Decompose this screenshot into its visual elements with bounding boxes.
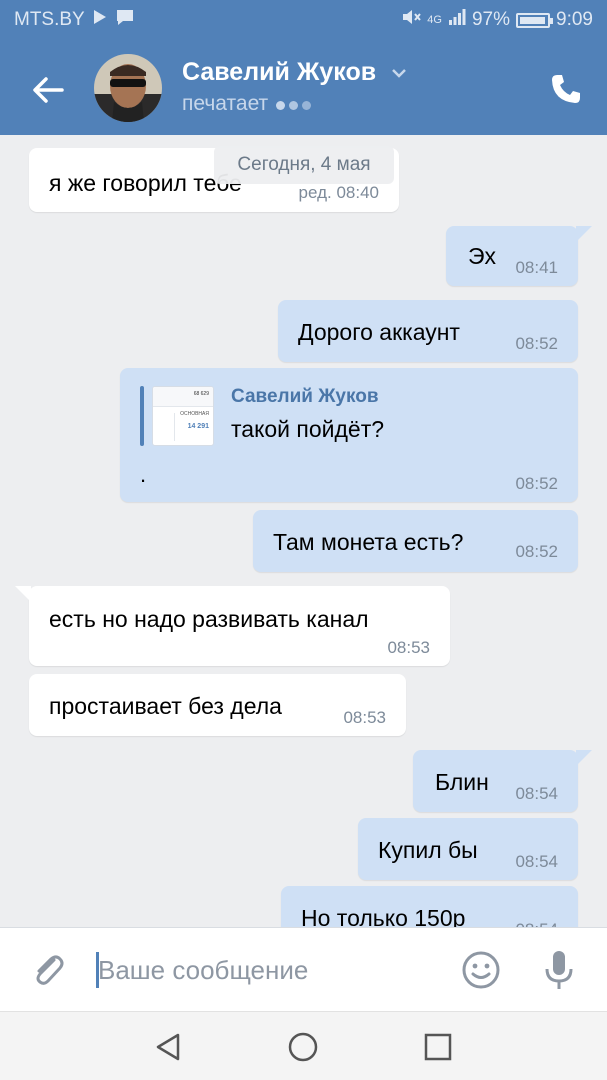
avatar[interactable] [94, 54, 162, 122]
quote-bar [140, 386, 144, 446]
message-input[interactable] [94, 946, 434, 994]
contact-name[interactable]: Савелий Жуков [182, 58, 376, 87]
phone-icon[interactable] [549, 72, 583, 106]
typing-status: печатает [182, 92, 315, 116]
clock: 9:09 [556, 9, 593, 30]
typing-dots-icon [276, 92, 315, 116]
message-bubble-outgoing-reply[interactable]: 68 629 ОСНОВНАЯ 14 291 Савелий Жуков так… [120, 368, 578, 502]
nav-recents-icon[interactable] [421, 1030, 455, 1064]
quote-text: такой пойдёт? [231, 416, 385, 442]
message-time: 08:54 [515, 784, 558, 803]
signal-icon [448, 9, 466, 31]
message-bubble-outgoing[interactable]: Блин 08:54 [413, 750, 592, 812]
message-text: . [140, 462, 147, 487]
typing-label: печатает [182, 92, 269, 115]
message-composer [0, 927, 607, 1011]
message-bubble-outgoing[interactable]: Дорого аккаунт 08:52 [278, 300, 578, 362]
message-bubble-outgoing[interactable]: Эх 08:41 [446, 226, 592, 286]
message-time: 08:52 [515, 542, 558, 561]
message-time: 08:52 [515, 474, 558, 493]
message-text: я же говорил тебе [49, 170, 242, 196]
message-bubble-incoming[interactable]: простаивает без дела 08:53 [29, 674, 406, 736]
mute-icon [401, 8, 422, 32]
message-bubble-incoming[interactable]: есть но надо развивать канал 08:53 [15, 586, 450, 666]
message-time: 08:54 [515, 852, 558, 871]
chevron-down-icon[interactable] [390, 64, 408, 82]
battery-percent: 97% [471, 9, 511, 30]
message-time: 08:41 [515, 258, 558, 277]
microphone-icon[interactable] [540, 948, 578, 992]
system-navigation-bar [0, 1011, 607, 1080]
carrier-label: MTS.BY [14, 9, 85, 30]
quote-author[interactable]: Савелий Жуков [231, 386, 379, 408]
message-text: Купил бы [378, 837, 478, 863]
thumb-number-1: 68 629 [193, 391, 209, 397]
message-text: простаивает без дела [49, 693, 282, 719]
message-text: есть но надо развивать канал [49, 606, 369, 632]
date-separator: Сегодня, 4 мая [214, 146, 394, 184]
smile-icon[interactable] [461, 950, 501, 990]
message-icon [115, 8, 135, 32]
message-time: 08:53 [387, 638, 430, 657]
nav-home-icon[interactable] [286, 1030, 320, 1064]
message-time: ред. 08:40 [298, 183, 379, 202]
message-bubble-outgoing[interactable]: Купил бы 08:54 [358, 818, 578, 880]
message-time: 08:52 [515, 334, 558, 353]
message-text: Дорого аккаунт [298, 319, 460, 345]
message-bubble-outgoing[interactable]: Там монета есть? 08:52 [253, 510, 578, 572]
message-time: 08:53 [343, 708, 386, 727]
paperclip-icon[interactable] [28, 950, 68, 990]
thumb-label: ОСНОВНАЯ [180, 411, 209, 417]
thumb-number-2: 14 291 [187, 423, 209, 430]
message-text: Эх [468, 243, 497, 269]
app-header: MTS.BY 4G 97% 9:09 Савелий Жуков печатае… [0, 0, 607, 135]
message-text: Блин [435, 769, 489, 795]
network-type: 4G [427, 14, 442, 26]
battery-icon [516, 12, 554, 28]
status-bar: MTS.BY 4G 97% 9:09 [0, 0, 607, 40]
message-text: Там монета есть? [273, 529, 464, 555]
back-arrow-icon[interactable] [28, 70, 68, 110]
nav-back-icon[interactable] [152, 1030, 186, 1064]
play-icon [93, 9, 107, 31]
quote-thumbnail[interactable]: 68 629 ОСНОВНАЯ 14 291 [152, 386, 214, 446]
